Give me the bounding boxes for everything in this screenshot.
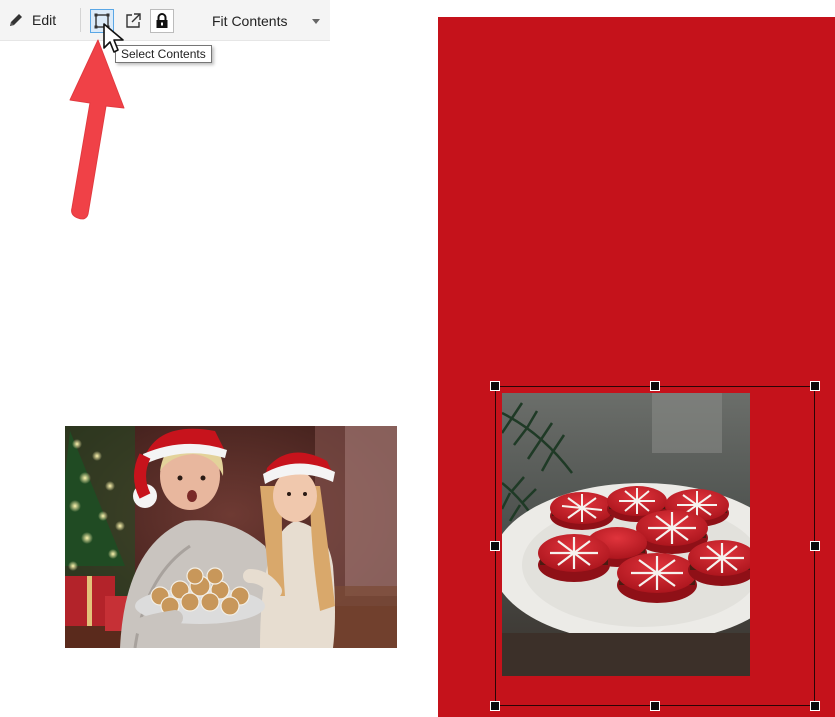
- resize-handle-middle-left[interactable]: [490, 541, 500, 551]
- chevron-down-icon: [312, 19, 320, 24]
- resize-handle-bottom-left[interactable]: [490, 701, 500, 711]
- toolbar-separator: [80, 8, 81, 32]
- resize-handle-top-left[interactable]: [490, 381, 500, 391]
- fit-contents-label: Fit Contents: [212, 13, 288, 29]
- lock-button[interactable]: [150, 9, 174, 33]
- fit-contents-dropdown[interactable]: Fit Contents: [198, 9, 326, 33]
- resize-handle-bottom-right[interactable]: [810, 701, 820, 711]
- resize-handle-middle-right[interactable]: [810, 541, 820, 551]
- resize-handle-bottom-center[interactable]: [650, 701, 660, 711]
- edit-button[interactable]: Edit: [8, 9, 56, 31]
- grandma-girl-photo[interactable]: [65, 426, 397, 648]
- edit-label: Edit: [32, 12, 57, 28]
- mouse-cursor-icon: [103, 23, 124, 53]
- resize-handle-top-right[interactable]: [810, 381, 820, 391]
- pencil-icon: [10, 14, 22, 26]
- selection-frame[interactable]: [495, 386, 815, 706]
- red-arrow-icon: [69, 39, 125, 220]
- resize-handle-top-center[interactable]: [650, 381, 660, 391]
- lock-icon: [156, 13, 168, 28]
- frame-toolbar: Edit Fit Contents: [0, 0, 330, 41]
